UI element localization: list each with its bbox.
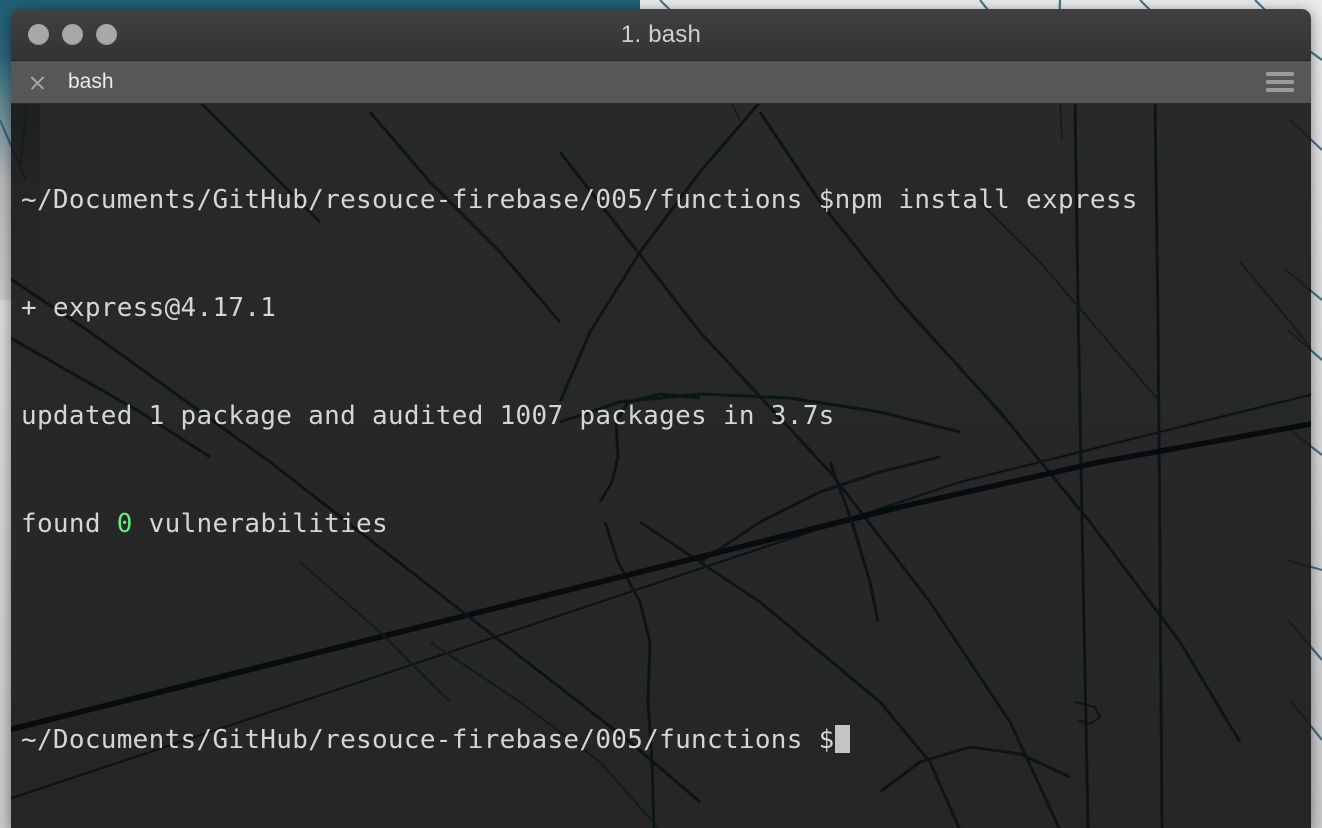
terminal-window[interactable]: 1. bash bash ~/Documents/GitHub/resouce-… [11,9,1311,828]
window-title: 1. bash [620,20,702,48]
window-traffic-lights [28,9,117,60]
vulns-count: 0 [116,509,133,539]
screen: 1. bash bash ~/Documents/GitHub/resouce-… [0,0,1322,828]
terminal-line-prompt: ~/Documents/GitHub/resouce-firebase/005/… [21,722,1311,758]
tab-bar: bash [11,61,1311,104]
terminal-prompt-text: ~/Documents/GitHub/resouce-firebase/005/… [21,725,835,755]
vulns-prefix: found [21,509,117,539]
terminal-line-installed-text: + express@4.17.1 [21,293,277,323]
terminal-line-updated: updated 1 package and audited 1007 packa… [21,398,1311,434]
terminal-line-command: ~/Documents/GitHub/resouce-firebase/005/… [21,182,1311,218]
terminal-output[interactable]: ~/Documents/GitHub/resouce-firebase/005/… [11,104,1311,828]
maximize-window-button[interactable] [96,24,117,45]
minimize-window-button[interactable] [62,24,83,45]
hamburger-menu-icon[interactable] [1266,72,1294,92]
terminal-cursor[interactable] [834,725,850,753]
tab-bash-label: bash [68,70,114,93]
vulns-suffix: vulnerabilities [132,509,388,539]
terminal-line-installed: + express@4.17.1 [21,290,1311,326]
close-window-button[interactable] [28,24,49,45]
terminal-line-vulnerabilities: found 0 vulnerabilities [21,506,1311,542]
terminal-body[interactable]: ~/Documents/GitHub/resouce-firebase/005/… [11,104,1311,828]
window-titlebar[interactable]: 1. bash [11,9,1311,61]
close-icon[interactable] [29,74,46,91]
tab-bash[interactable]: bash [11,61,114,103]
terminal-line-updated-text: updated 1 package and audited 1007 packa… [21,401,835,431]
terminal-line-command-text: ~/Documents/GitHub/resouce-firebase/005/… [21,185,1138,215]
